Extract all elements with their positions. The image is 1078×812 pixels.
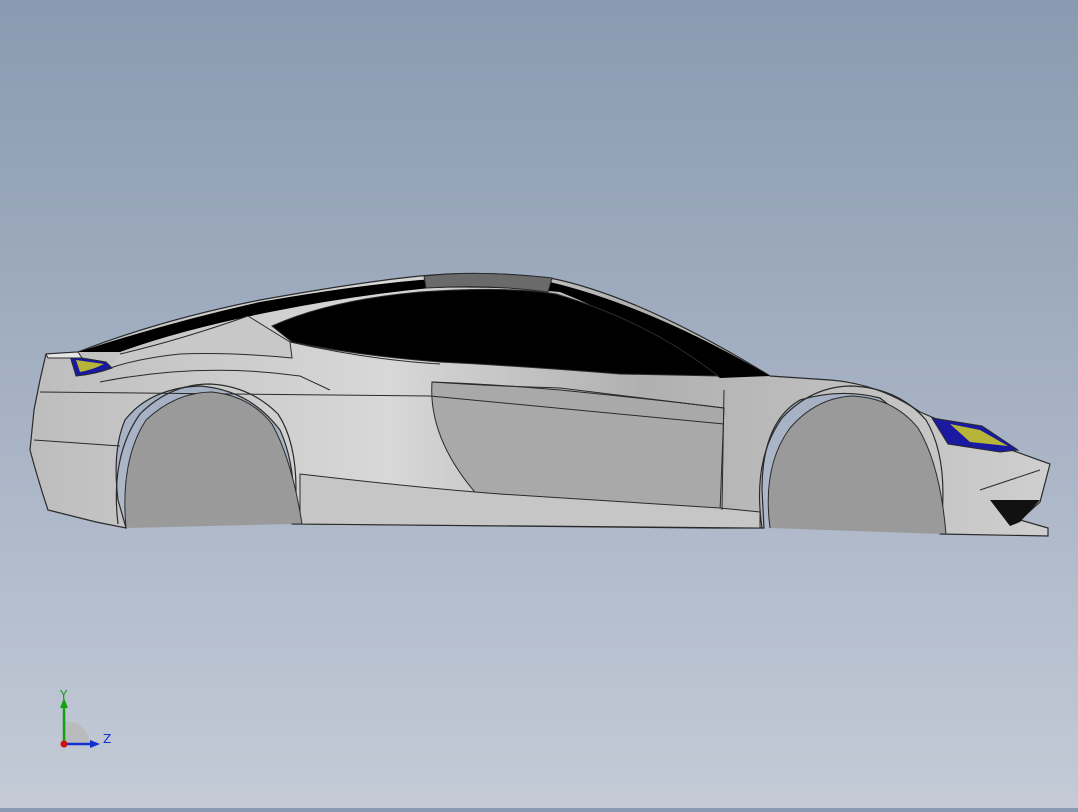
x-axis-dot [60,740,68,748]
3d-viewport[interactable] [0,0,1078,808]
y-axis-label: Y [59,688,68,702]
z-axis-arrowhead [90,740,100,748]
orientation-triad: Y Z [50,684,120,754]
car-model[interactable] [0,0,1078,808]
z-axis-label: Z [103,732,111,746]
triad-plane-shade [64,721,90,744]
rear-spoiler [45,351,83,359]
